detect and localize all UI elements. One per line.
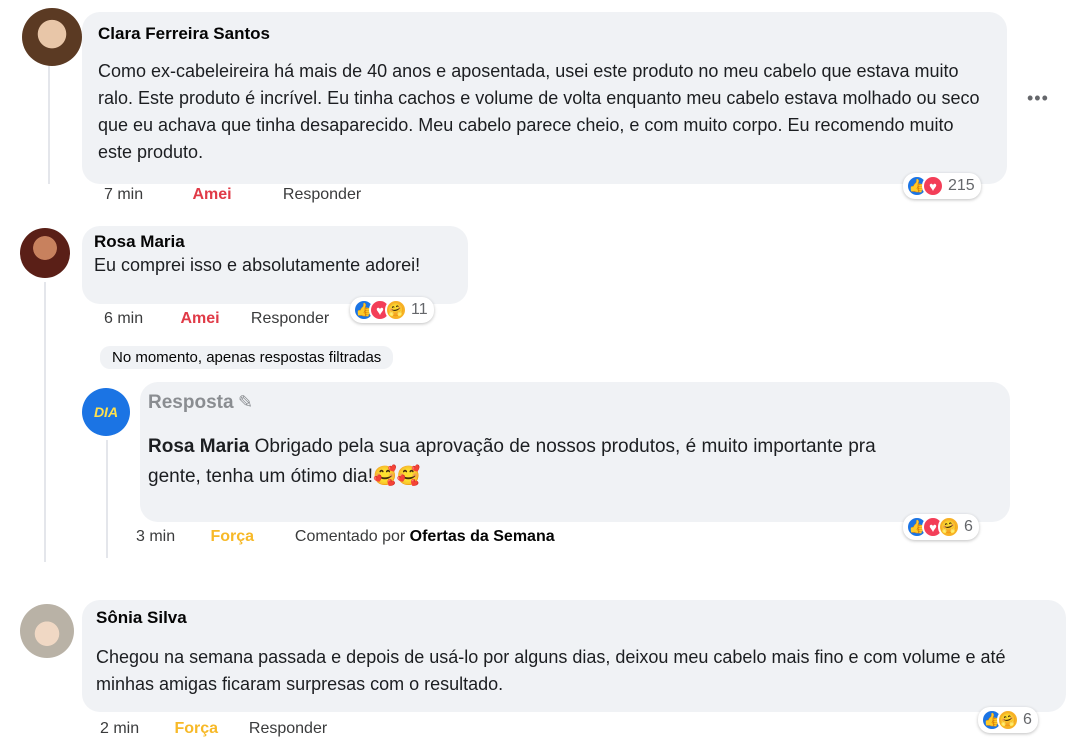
react-button[interactable]: Força	[210, 528, 290, 546]
comment-author[interactable]: Clara Ferreira Santos	[98, 24, 991, 44]
thread-line	[106, 440, 108, 558]
reaction-summary[interactable]: 👍 ♥ 🤗 6	[903, 514, 979, 540]
reply-button[interactable]: Responder	[283, 186, 361, 204]
comment-bubble: Sônia Silva Chegou na semana passada e d…	[82, 600, 1066, 712]
comment-bubble: Clara Ferreira Santos Como ex-cabeleirei…	[82, 12, 1007, 184]
reply-body: Obrigado pela sua aprovação de nossos pr…	[148, 436, 876, 487]
care-icon: 🤗	[997, 709, 1019, 731]
reply-time[interactable]: 3 min	[136, 528, 206, 546]
comment-bubble: Rosa Maria Eu comprei isso e absolutamen…	[82, 226, 468, 304]
care-icon: 🤗	[938, 516, 960, 538]
avatar-sonia[interactable]	[20, 604, 74, 658]
reaction-count: 6	[964, 518, 973, 535]
avatar-clara[interactable]	[22, 8, 82, 66]
edit-pencil-icon: ✎	[237, 392, 254, 412]
reaction-count: 11	[411, 301, 428, 318]
comment-time[interactable]: 6 min	[104, 310, 176, 328]
reaction-count: 6	[1023, 711, 1032, 728]
react-button[interactable]: Amei	[180, 310, 246, 328]
react-button[interactable]: Amei	[192, 186, 278, 204]
mention[interactable]: Rosa Maria	[148, 436, 249, 457]
comments-page: Clara Ferreira Santos Como ex-cabeleirei…	[0, 0, 1080, 754]
avatar-ofertas-da-semana[interactable]: DIA	[82, 388, 130, 436]
reply-meta: 3 min Força Comentado por Ofertas da Sem…	[136, 528, 555, 546]
reply-header: Resposta ✎	[148, 392, 1002, 414]
comment-time[interactable]: 7 min	[104, 186, 188, 204]
reaction-summary[interactable]: 👍 ♥ 215	[903, 173, 981, 199]
comment-meta: 2 min Força Responder	[100, 720, 327, 738]
avatar-rosa[interactable]	[20, 228, 70, 278]
reply-text: Rosa Maria Obrigado pela sua aprovação d…	[148, 432, 908, 492]
commented-by-page[interactable]: Ofertas da Semana	[410, 528, 555, 545]
care-icon: 🤗	[385, 299, 407, 321]
reply-button[interactable]: Responder	[251, 310, 329, 328]
more-options-icon[interactable]: •••	[1027, 88, 1049, 109]
reply-bubble: Resposta ✎ Rosa Maria Obrigado pela sua …	[140, 382, 1010, 522]
comment-text: Eu comprei isso e absolutamente adorei!	[94, 255, 421, 275]
comment-meta: 7 min Amei Responder	[104, 186, 361, 204]
heart-icon: ♥	[922, 175, 944, 197]
reaction-count: 215	[948, 177, 975, 194]
thread-line	[44, 282, 46, 562]
avatar-label: DIA	[93, 404, 119, 420]
comment-text: Como ex-cabeleireira há mais de 40 anos …	[98, 61, 980, 162]
reaction-summary[interactable]: 👍 🤗 6	[978, 707, 1038, 733]
filter-notice[interactable]: No momento, apenas respostas filtradas	[100, 346, 394, 369]
comment-text: Chegou na semana passada e depois de usá…	[96, 647, 1006, 694]
comment-author[interactable]: Sônia Silva	[96, 608, 1052, 628]
reply-button[interactable]: Responder	[249, 720, 327, 738]
comment-time[interactable]: 2 min	[100, 720, 170, 738]
react-button[interactable]: Força	[174, 720, 244, 738]
comment-author[interactable]: Rosa Maria	[94, 232, 456, 252]
commented-by-prefix: Comentado por	[294, 528, 406, 545]
comment-meta: 6 min Amei Responder	[104, 310, 329, 328]
thread-line	[48, 66, 50, 184]
reaction-summary[interactable]: 👍 ♥ 🤗 11	[350, 297, 434, 323]
reply-header-label: Resposta	[148, 392, 234, 413]
